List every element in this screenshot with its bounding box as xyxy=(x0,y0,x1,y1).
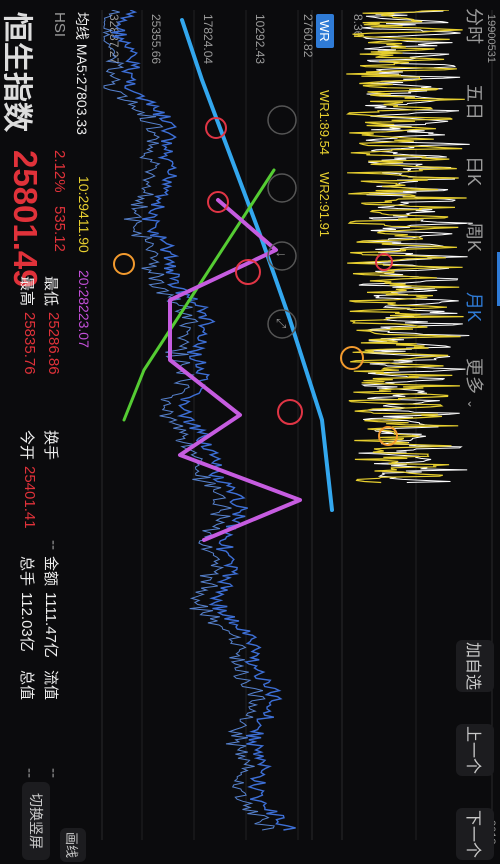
tab-zhouk[interactable]: 周K xyxy=(462,222,488,252)
annotation-orange-circle xyxy=(113,253,135,275)
tab-fenshi[interactable]: 分时 xyxy=(462,8,488,44)
screen: 恒生指数 25801.49 HSI 2.12% 535.12 最高 25835.… xyxy=(0,0,500,864)
arrow-down-glyph: ↓ xyxy=(274,251,290,258)
chevron-down-icon: ⌄ xyxy=(465,399,479,410)
tab-more[interactable]: 更多 ⌄ xyxy=(462,358,488,409)
tool-circle[interactable] xyxy=(267,173,297,203)
y-axis-label-1: 25355.66 xyxy=(149,14,163,64)
annotation-orange-circle xyxy=(340,346,364,370)
tool-circle[interactable] xyxy=(267,105,297,135)
annotation-orange-circle xyxy=(378,426,398,446)
kline-chart[interactable]: 32887.27 25355.66 17824.04 10292.43 2760… xyxy=(0,0,500,864)
prev-label: 上一个 xyxy=(464,725,481,774)
add-favorite-button[interactable]: 加自选 xyxy=(456,640,494,692)
next-label: 下一个 xyxy=(464,809,481,858)
next-button[interactable]: 下一个 xyxy=(456,808,494,860)
prev-button[interactable]: 上一个 xyxy=(456,724,494,776)
wr1-legend: WR1:89.54 xyxy=(317,90,332,155)
tab-yuek[interactable]: 月K xyxy=(462,292,488,322)
wr2-legend: WR2:91.91 xyxy=(317,172,332,237)
price-line xyxy=(111,10,296,831)
wr-title: WR xyxy=(317,20,332,42)
y-axis-label-3: 10292.43 xyxy=(253,14,267,64)
wr1-line xyxy=(346,10,467,484)
tab-more-label: 更多 xyxy=(464,358,484,394)
price-line-secondary xyxy=(102,10,275,831)
tab-wuri[interactable]: 五日 xyxy=(462,84,488,120)
landscape-view: 恒生指数 25801.49 HSI 2.12% 535.12 最高 25835.… xyxy=(0,0,500,864)
add-favorite-label: 加自选 xyxy=(464,641,481,690)
y-axis-label-2: 17824.04 xyxy=(201,14,215,64)
tab-rik[interactable]: 日K xyxy=(462,156,488,186)
y-axis-label-4: 2760.82 xyxy=(301,14,315,58)
chart-tools: ↓ ⤢ xyxy=(267,105,297,339)
zoom-glyph: ⤢ xyxy=(274,318,289,328)
